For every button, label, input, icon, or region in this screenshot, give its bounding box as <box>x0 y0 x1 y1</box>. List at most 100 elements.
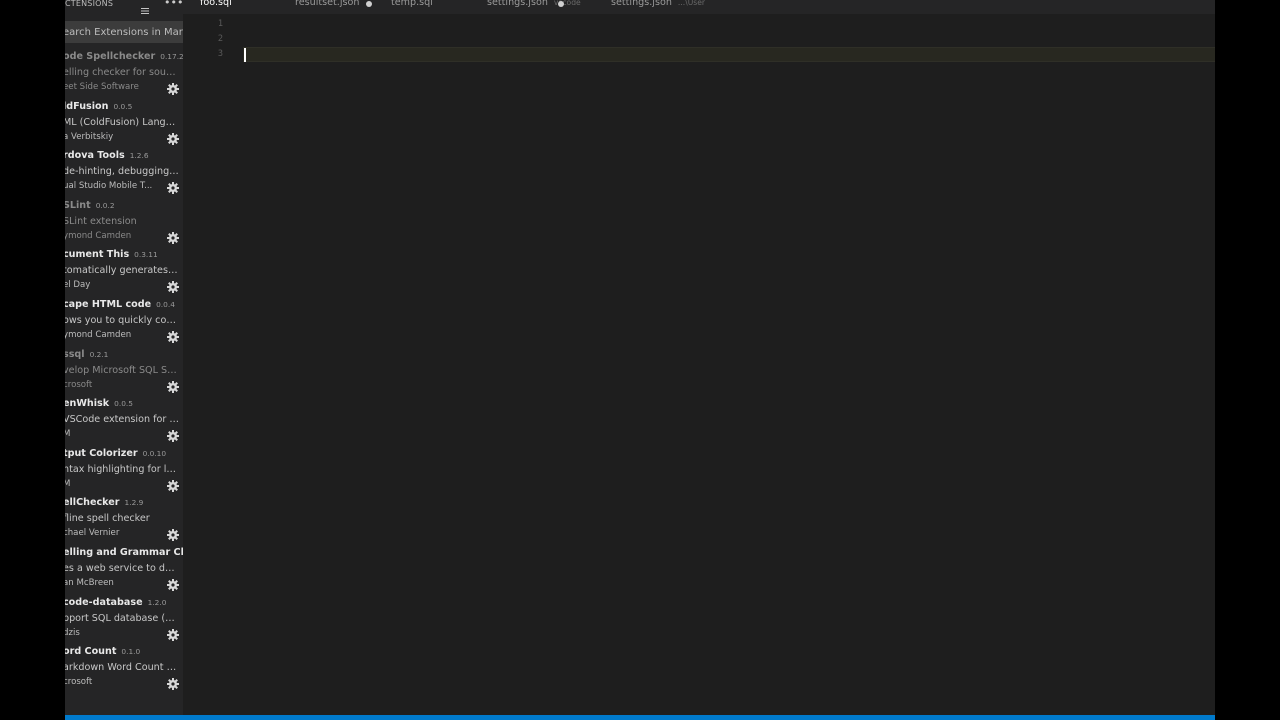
extension-name: elling and Grammar Che <box>65 546 183 558</box>
extension-item[interactable]: ord Count 0.1.0 arkdown Word Count E... cro… <box>65 643 183 693</box>
extension-version: 0.0.10 <box>142 448 167 458</box>
tab-2[interactable]: temp.sql <box>391 0 439 11</box>
extension-version: 1.2.6 <box>129 151 149 161</box>
extension-description: SLint extension <box>65 215 137 227</box>
extension-description: ML (ColdFusion) Langu... <box>65 116 179 128</box>
extension-description: es a web service to det... <box>65 562 179 574</box>
extension-name-line: elling and Grammar Che <box>65 547 183 558</box>
gear-icon[interactable] <box>167 378 179 393</box>
extension-publisher: ymond Camden <box>65 329 132 340</box>
extension-description: VSCode extension for O... <box>65 414 179 426</box>
extension-name: ode Spellchecker <box>65 51 156 62</box>
line-number: 3 <box>217 49 223 59</box>
extension-version: 0.17.2 <box>160 52 183 61</box>
gear-icon[interactable] <box>167 526 179 542</box>
tab-4[interactable]: settings.json ...\User <box>611 0 705 11</box>
extension-publisher: dzis <box>65 627 80 638</box>
extension-version: 0.1.0 <box>121 647 141 657</box>
gear-icon[interactable] <box>167 576 179 591</box>
extension-name-line: enWhisk 0.0.5 <box>65 398 133 409</box>
extension-name-line: SLint 0.0.2 <box>65 200 115 211</box>
unsaved-dot-icon[interactable] <box>366 1 372 7</box>
text-cursor <box>244 48 246 62</box>
extension-version: 1.2.0 <box>147 597 167 607</box>
extension-version: 0.0.2 <box>95 200 115 210</box>
extension-name-line: cument This 0.3.11 <box>65 249 158 260</box>
gear-icon[interactable] <box>167 477 179 492</box>
extension-publisher: eet Side Software <box>65 82 139 92</box>
extension-publisher: crosoft <box>65 677 93 688</box>
tab-0[interactable]: foo.sql <box>200 0 238 11</box>
tab-path: ...\User <box>677 0 706 7</box>
extension-name-line: ellChecker 1.2.9 <box>65 497 143 508</box>
extension-publisher: M <box>65 429 71 440</box>
extension-description: tomatically generates d... <box>65 265 179 277</box>
extension-description: ntax highlighting for lo... <box>65 463 179 475</box>
extension-publisher: chael Vernier <box>65 528 120 539</box>
extension-item[interactable]: ode Spellchecker 0.17.2 elling checker for… <box>65 48 183 98</box>
extension-name: ssql <box>65 348 85 360</box>
extension-name: ellChecker <box>65 497 120 509</box>
more-actions-icon[interactable]: ••• <box>164 0 183 9</box>
tab-1[interactable]: resultset.json <box>295 0 365 11</box>
extension-item[interactable]: enWhisk 0.0.5 VSCode extension for O... M <box>65 395 183 445</box>
extension-item[interactable]: cape HTML code 0.0.4 ows you to quickly co… <box>65 296 183 346</box>
extension-description: ows you to quickly con... <box>65 314 179 326</box>
extension-description: velop Microsoft SQL Se... <box>65 364 179 376</box>
extension-name-line: cape HTML code 0.0.4 <box>65 299 175 310</box>
search-extensions-input[interactable] <box>65 25 183 39</box>
gear-icon[interactable] <box>167 179 179 195</box>
editor-area[interactable]: 1 2 3 <box>183 14 1215 715</box>
editor-tab-bar: foo.sql resultset.json temp.sql settings.js… <box>183 0 1215 14</box>
gear-icon[interactable] <box>167 80 179 95</box>
extension-item[interactable]: ldFusion 0.0.5 ML (ColdFusion) Langu... a V… <box>65 98 183 148</box>
extension-item[interactable]: tput Colorizer 0.0.10 ntax highlighting fo… <box>65 445 183 495</box>
extension-item[interactable]: rdova Tools 1.2.6 de-hinting, debugging ..… <box>65 147 183 197</box>
vscode-window: CTENSIONS ••• ode Spellchecker 0.17.2 elli… <box>65 0 1215 720</box>
extension-publisher: M <box>65 478 71 489</box>
extension-item[interactable]: ellChecker 1.2.9 fline spell checker chael … <box>65 494 183 544</box>
gear-icon[interactable] <box>167 328 179 343</box>
extension-name: enWhisk <box>65 398 110 410</box>
extension-description: arkdown Word Count E... <box>65 662 179 674</box>
unsaved-dot-icon[interactable] <box>558 1 564 7</box>
gear-icon[interactable] <box>167 229 179 244</box>
gear-icon[interactable] <box>167 675 179 691</box>
extension-version: 0.0.5 <box>113 101 133 111</box>
extension-version: 0.2.1 <box>89 349 109 359</box>
extension-publisher: crosoft <box>65 379 93 390</box>
extension-item[interactable]: cument This 0.3.11 tomatically generates d… <box>65 246 183 296</box>
line-number: 1 <box>217 19 223 29</box>
extension-item[interactable]: elling and Grammar Che es a web service t… <box>65 544 183 594</box>
extension-description: de-hinting, debugging ... <box>65 166 179 178</box>
extension-version: 0.3.11 <box>134 250 158 260</box>
line-number: 2 <box>217 34 223 44</box>
extension-publisher: ual Studio Mobile T... <box>65 181 153 192</box>
extension-item[interactable]: code-database 1.2.0 pport SQL database (m.… <box>65 594 183 644</box>
extension-publisher: el Day <box>65 280 91 291</box>
extension-name: rdova Tools <box>65 150 125 162</box>
extension-version: 0.0.4 <box>156 299 175 309</box>
gear-icon[interactable] <box>167 427 179 443</box>
extension-name: cape HTML code <box>65 298 152 310</box>
extension-name: ord Count <box>65 646 117 658</box>
clear-all-icon[interactable] <box>141 0 151 14</box>
extension-name-line: ldFusion 0.0.5 <box>65 101 132 112</box>
status-bar <box>65 715 1215 720</box>
tab-3[interactable]: settings.json vscode <box>487 0 581 11</box>
extension-name: cument This <box>65 249 130 261</box>
extension-item[interactable]: SLint 0.0.2 SLint extension ymond Camden <box>65 197 183 247</box>
extension-name: tput Colorizer <box>65 447 138 459</box>
extension-item[interactable]: ssql 0.2.1 velop Microsoft SQL Se... crosof… <box>65 346 183 396</box>
tab-label: temp.sql <box>391 0 433 8</box>
gear-icon[interactable] <box>167 278 179 294</box>
extension-name-line: code-database 1.2.0 <box>65 597 166 608</box>
extension-publisher: ymond Camden <box>65 230 132 241</box>
gear-icon[interactable] <box>167 626 179 641</box>
extension-name: SLint <box>65 199 91 211</box>
sidebar-header: CTENSIONS ••• <box>65 0 183 14</box>
tab-label: foo.sql <box>200 0 232 8</box>
gear-icon[interactable] <box>167 130 179 145</box>
extension-description: fline spell checker <box>65 513 150 525</box>
extension-name-line: ode Spellchecker 0.17.2 <box>65 51 183 62</box>
